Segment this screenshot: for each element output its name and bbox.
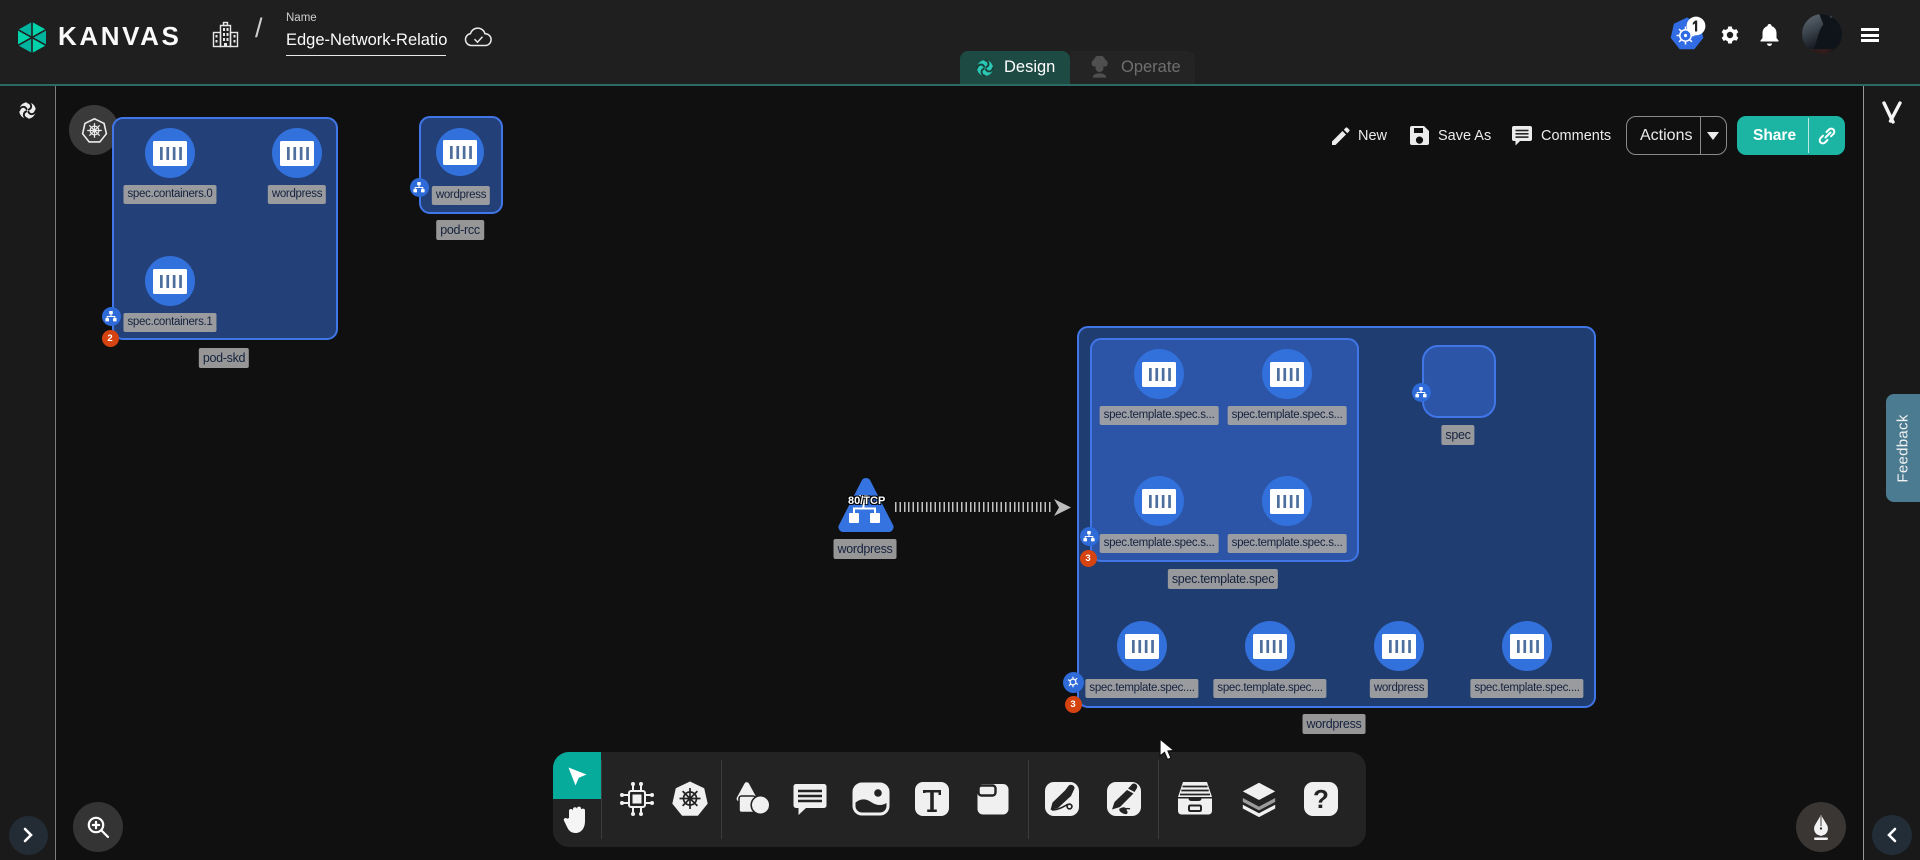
svg-text:?: ?: [1313, 784, 1329, 814]
